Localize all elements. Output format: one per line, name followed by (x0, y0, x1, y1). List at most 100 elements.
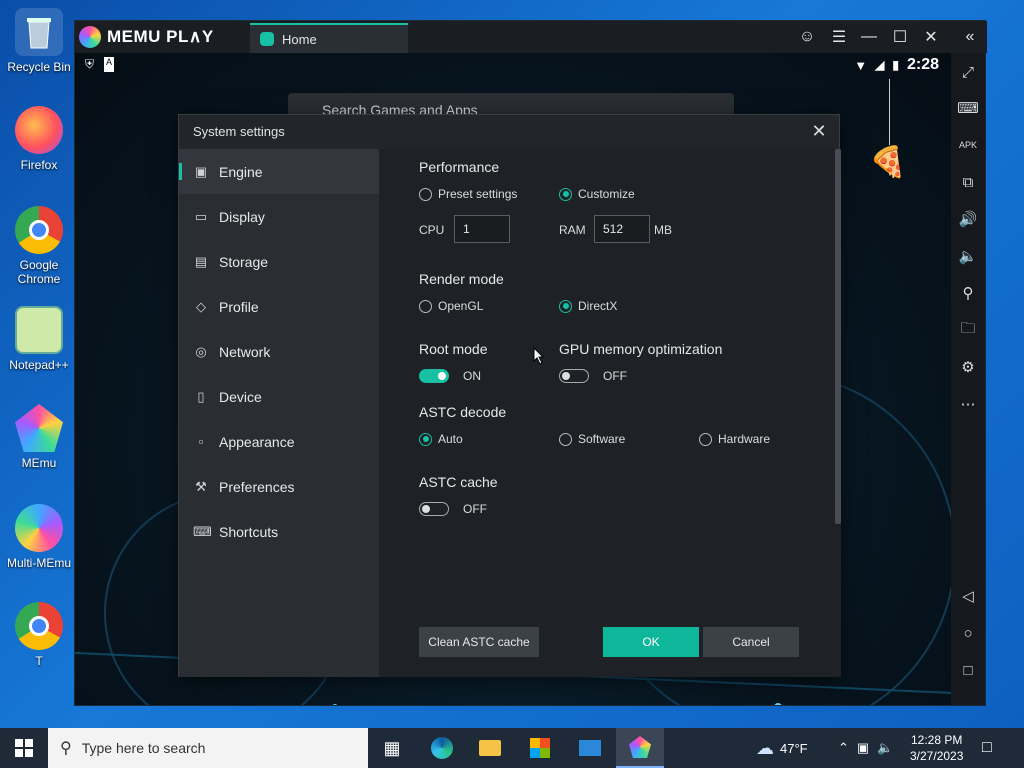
edge-icon[interactable] (418, 728, 466, 768)
network-tray-icon[interactable]: ▣ (857, 740, 869, 756)
desktop-icon-label: MEmu (21, 456, 57, 470)
start-button[interactable] (0, 728, 48, 768)
search-icon: ⚲ (60, 740, 72, 757)
performance-label: Performance (419, 159, 500, 175)
toggle-state: ON (463, 369, 481, 383)
emulator-titlebar: MEMU PL∧Y Home ☺ ☰ — ☐ ✕ (75, 21, 953, 53)
astc-cache-toggle[interactable]: OFF (419, 502, 487, 516)
desktop-icon-label: Recycle Bin (7, 60, 71, 74)
astc-hardware-radio[interactable]: Hardware (699, 432, 770, 446)
mail-icon[interactable] (566, 728, 614, 768)
desktop-icon-chrome[interactable]: Google Chrome (4, 206, 74, 286)
sidebar-item-engine[interactable]: ▣ Engine (179, 149, 379, 194)
radio-dot (419, 432, 432, 446)
apk-icon[interactable]: APK (951, 132, 985, 158)
notifications-icon[interactable]: □ (982, 728, 992, 768)
desktop-icon-firefox[interactable]: Firefox (4, 106, 74, 172)
sidebar-item-label: Storage (219, 253, 269, 270)
root-mode-label: Root mode (419, 341, 488, 357)
settings-sidebar: ▣ Engine ▭ Display ▤ Storage ◇ Profile ◎… (179, 149, 379, 677)
keyboard-icon[interactable]: ⌨ (951, 95, 985, 121)
directx-radio[interactable]: DirectX (559, 299, 617, 313)
sidebar-item-label: Profile (219, 298, 259, 315)
sidebar-item-profile[interactable]: ◇ Profile (179, 284, 379, 329)
volume-up-icon[interactable]: 🔊 (951, 206, 985, 232)
astc-software-radio[interactable]: Software (559, 432, 625, 446)
pizza-string (889, 79, 890, 145)
file-explorer-icon[interactable] (466, 728, 514, 768)
tab-home[interactable]: Home (250, 23, 408, 53)
system-settings-dialog: System settings ✕ ▣ Engine ▭ Display ▤ S… (178, 114, 841, 677)
toggle-switch (559, 369, 589, 383)
preset-settings-radio[interactable]: Preset settings (419, 187, 517, 201)
tab-home-label: Home (282, 31, 317, 47)
folder-icon[interactable]: 🗀 (951, 317, 985, 343)
desktop-icon-multi-memu[interactable]: Multi-MEmu (4, 504, 74, 570)
sidebar-item-network[interactable]: ◎ Network (179, 329, 379, 374)
ok-button[interactable]: OK (603, 627, 699, 657)
fullscreen-icon[interactable]: ⤢ (951, 59, 985, 85)
panel-scrollbar[interactable] (835, 149, 841, 524)
shield-icon: ⛨ (85, 57, 95, 71)
radio-label: Software (578, 432, 626, 446)
close-icon[interactable]: ✕ (916, 21, 946, 53)
recents-icon[interactable]: □ (951, 657, 985, 683)
maximize-icon[interactable]: ☐ (885, 21, 915, 53)
sidebar-item-appearance[interactable]: ▫ Appearance (179, 419, 379, 464)
store-icon[interactable] (516, 728, 564, 768)
sidebar-item-preferences[interactable]: ⚒ Preferences (179, 464, 379, 509)
desktop-icon-recycle-bin[interactable]: Recycle Bin (4, 8, 74, 74)
clean-astc-cache-button[interactable]: Clean ASTC cache (419, 627, 539, 657)
desktop-icon-label: T (35, 654, 43, 668)
taskbar-search-box[interactable]: ⚲ Type here to search (48, 728, 368, 768)
desktop-icon-label: Google Chrome (17, 258, 61, 286)
chevron-up-icon[interactable]: ⌃ (838, 740, 849, 756)
root-mode-toggle[interactable]: ON (419, 369, 481, 383)
volume-down-icon[interactable]: 🔈 (951, 243, 985, 269)
sidebar-item-display[interactable]: ▭ Display (179, 194, 379, 239)
desktop-icon-memu[interactable]: MEmu (4, 404, 74, 470)
multi-memu-icon (15, 504, 63, 552)
battery-icon: ▮ (892, 58, 899, 72)
network-icon: ◎ (195, 343, 207, 359)
settings-icon[interactable]: ⚙ (951, 354, 985, 380)
cancel-button[interactable]: Cancel (703, 627, 799, 657)
opengl-radio[interactable]: OpenGL (419, 299, 483, 313)
dialog-close-icon[interactable]: ✕ (807, 119, 831, 143)
desktop-icon-t[interactable]: T (4, 602, 74, 668)
menu-icon[interactable]: ☰ (824, 21, 854, 53)
appearance-icon: ▫ (198, 434, 204, 449)
desktop-icon-notepadpp[interactable]: Notepad++ (4, 306, 74, 372)
weather-widget[interactable]: ☁ 47°F (756, 728, 808, 768)
storage-icon: ▤ (194, 253, 208, 269)
minimize-icon[interactable]: — (854, 21, 884, 53)
location-icon[interactable]: ⚲ (951, 280, 985, 306)
memu-taskbar-icon[interactable] (616, 728, 664, 768)
back-icon[interactable]: ◁ (951, 583, 985, 609)
sidebar-item-storage[interactable]: ▤ Storage (179, 239, 379, 284)
home-icon[interactable]: ○ (951, 620, 985, 646)
account-icon[interactable]: ☺ (792, 21, 822, 53)
multi-window-icon[interactable]: ⧉ (951, 169, 985, 195)
sidebar-item-shortcuts[interactable]: ⌨ Shortcuts (179, 509, 379, 554)
more-icon[interactable]: ⋯ (951, 391, 985, 417)
volume-tray-icon[interactable]: 🔈 (877, 740, 893, 756)
radio-label: DirectX (578, 299, 618, 313)
customize-radio[interactable]: Customize (559, 187, 635, 201)
cpu-field[interactable]: 1 (454, 215, 510, 243)
firefox-icon (15, 106, 63, 154)
astc-auto-radio[interactable]: Auto (419, 432, 463, 446)
windows-logo-icon (15, 739, 33, 757)
sidebar-item-device[interactable]: ▯ Device (179, 374, 379, 419)
android-statusbar: ⛨ A ▼ ◢ ▮ 2:28 (75, 53, 953, 79)
ram-field[interactable]: 512 (594, 215, 650, 243)
desktop-icon-label: Notepad++ (9, 358, 69, 372)
radio-label: Preset settings (438, 187, 518, 201)
pizza-icon[interactable]: 🍕 (869, 145, 906, 180)
task-view-icon[interactable]: ▦ (368, 728, 416, 768)
gpu-memory-toggle[interactable]: OFF (559, 369, 627, 383)
collapse-sidebar-icon[interactable]: « (953, 21, 987, 53)
clock-time: 12:28 PM (911, 733, 963, 747)
clock[interactable]: 12:28 PM 3/27/2023 (910, 728, 963, 768)
device-icon: ▯ (197, 388, 205, 404)
